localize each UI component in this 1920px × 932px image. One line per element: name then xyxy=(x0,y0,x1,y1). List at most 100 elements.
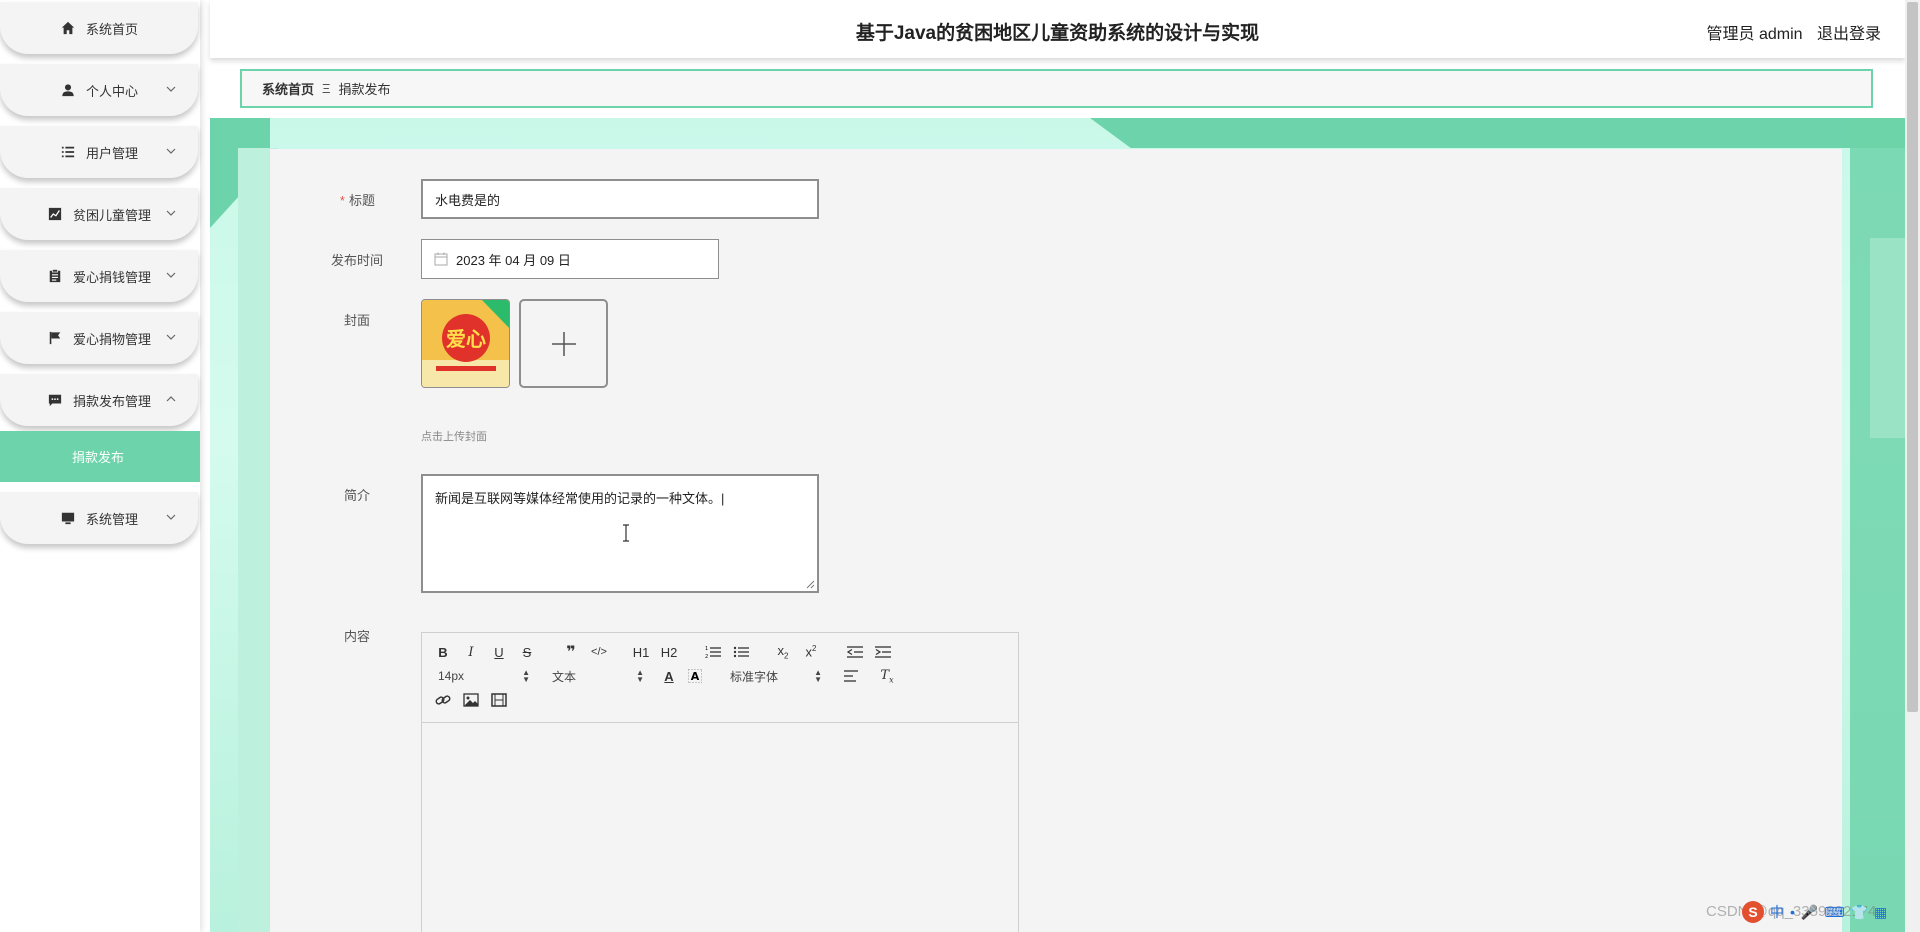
scrollbar-thumb[interactable] xyxy=(1907,2,1918,712)
bullet-list-button[interactable] xyxy=(732,643,750,661)
plus-icon xyxy=(551,331,576,356)
keyboard-icon[interactable]: ⌨ xyxy=(1824,904,1844,921)
home-icon xyxy=(60,20,76,36)
link-icon xyxy=(435,695,451,705)
breadcrumb-home[interactable]: 系统首页 xyxy=(262,79,314,98)
code-block-button[interactable]: </> xyxy=(590,643,608,661)
bold-button[interactable]: B xyxy=(434,643,452,661)
quote-icon: ❞ xyxy=(566,644,576,661)
menu-item-goods-donation[interactable]: 爱心捐物管理 xyxy=(0,312,198,364)
breadcrumb: 系统首页 Ξ 捐款发布 xyxy=(240,69,1873,108)
menu-label: 系统管理 xyxy=(85,511,138,527)
text-cursor-icon xyxy=(623,524,629,542)
superscript-icon: x2 xyxy=(805,644,817,660)
background-color-icon: A xyxy=(688,669,702,683)
editor-content-area[interactable] xyxy=(422,724,1018,932)
chevron-down-icon xyxy=(166,514,176,520)
required-mark: * xyxy=(339,193,345,208)
menu-item-money-donation[interactable]: 爱心捐钱管理 xyxy=(0,250,198,302)
video-button[interactable] xyxy=(490,691,508,709)
breadcrumb-current: 捐款发布 xyxy=(338,82,391,97)
message-icon xyxy=(47,392,63,408)
chevron-down-icon xyxy=(166,148,176,154)
content-label: 内容 xyxy=(343,629,370,644)
monitor-icon xyxy=(60,510,76,526)
clear-format-button[interactable]: Tx xyxy=(878,667,896,685)
page-scrollbar[interactable] xyxy=(1905,0,1920,932)
sidebar: 系统首页 个人中心 用户管理 贫困儿童管理 爱心捐钱管理 爱心捐物管理 捐款发布… xyxy=(0,0,200,932)
menu-item-donation-publish-management[interactable]: 捐款发布管理 xyxy=(0,374,198,426)
font-family-select[interactable]: 标准字体 ▲ ▼ xyxy=(730,667,822,685)
image-button[interactable] xyxy=(462,691,480,709)
cover-image: 爱心 xyxy=(422,300,509,387)
code-icon: </> xyxy=(591,646,607,658)
background-color-button[interactable]: A xyxy=(686,667,704,685)
underline-icon: U xyxy=(494,644,504,660)
sogou-logo-icon[interactable]: S xyxy=(1742,901,1764,923)
intro-label: 简介 xyxy=(343,488,370,503)
menu-label: 爱心捐物管理 xyxy=(72,331,151,347)
user-icon xyxy=(60,82,76,98)
mic-icon[interactable]: 🎤 xyxy=(1801,904,1818,921)
menu-label: 个人中心 xyxy=(85,83,138,99)
menu-label: 系统首页 xyxy=(85,21,138,37)
menu-item-poor-children[interactable]: 贫困儿童管理 xyxy=(0,188,198,240)
subscript-button[interactable]: x2 xyxy=(774,643,792,661)
select-arrows-icon: ▲ ▼ xyxy=(636,668,644,684)
upload-cover-button[interactable] xyxy=(519,299,608,388)
header2-button[interactable]: H2 xyxy=(658,643,680,661)
cover-image-thumbnail[interactable]: 爱心 xyxy=(421,299,510,388)
editor-toolbar: B I U S ❞ </> H1 H2 12 x2 x2 14px ▲ ▼ 文本 … xyxy=(422,633,1018,723)
top-header: 基于Java的贫困地区儿童资助系统的设计与实现 管理员 admin 退出登录 xyxy=(210,0,1905,58)
publish-time-picker[interactable]: 2023 年 04 月 09 日 xyxy=(421,239,719,279)
menu-item-home[interactable]: 系统首页 xyxy=(0,2,198,54)
outdent-button[interactable] xyxy=(846,643,864,661)
italic-icon: I xyxy=(468,644,474,660)
indent-button[interactable] xyxy=(874,643,892,661)
superscript-button[interactable]: x2 xyxy=(802,643,820,661)
bold-icon: B xyxy=(438,644,448,660)
strike-button[interactable]: S xyxy=(518,643,536,661)
upload-cover-tip: 点击上传封面 xyxy=(421,431,487,443)
publish-time-value: 2023 年 04 月 09 日 xyxy=(456,252,571,268)
heading-value: 文本 xyxy=(552,669,577,684)
chevron-down-icon xyxy=(166,272,176,278)
ordered-list-button[interactable]: 12 xyxy=(704,643,722,661)
link-button[interactable] xyxy=(434,691,452,709)
ime-mode-label[interactable]: 中 xyxy=(1770,902,1784,922)
grid-icon[interactable]: ▦ xyxy=(1874,904,1887,921)
menu-item-user-management[interactable]: 用户管理 xyxy=(0,126,198,178)
align-left-icon xyxy=(844,670,858,682)
chart-icon xyxy=(47,206,63,222)
align-button[interactable] xyxy=(842,667,860,685)
heading-select[interactable]: 文本 ▲ ▼ xyxy=(552,667,644,685)
chevron-down-icon xyxy=(166,210,176,216)
font-size-value: 14px xyxy=(438,669,465,683)
menu-label: 捐款发布管理 xyxy=(72,393,151,409)
clear-format-icon: Tx xyxy=(880,667,894,685)
h1-icon: H1 xyxy=(632,644,650,660)
menu-label: 贫困儿童管理 xyxy=(72,207,151,223)
font-color-icon: A xyxy=(664,668,674,684)
italic-button[interactable]: I xyxy=(462,643,480,661)
indent-icon xyxy=(875,646,891,658)
decor-shape xyxy=(1870,238,1905,438)
intro-value: 新闻是互联网等媒体经常使用的记录的一种文体。| xyxy=(435,491,725,506)
submenu-item-donation-publish[interactable]: 捐款发布 xyxy=(0,431,200,482)
select-arrows-icon: ▲ ▼ xyxy=(814,668,822,684)
logout-link[interactable]: 退出登录 xyxy=(1817,26,1881,43)
select-arrows-icon: ▲ ▼ xyxy=(522,668,530,684)
header1-button[interactable]: H1 xyxy=(630,643,652,661)
underline-button[interactable]: U xyxy=(490,643,508,661)
title-input[interactable]: 水电费是的 xyxy=(421,179,819,219)
menu-item-system-management[interactable]: 系统管理 xyxy=(0,492,198,544)
blockquote-button[interactable]: ❞ xyxy=(562,643,580,661)
svg-text:爱心: 爱心 xyxy=(446,327,486,351)
font-color-button[interactable]: A xyxy=(660,667,678,685)
font-size-select[interactable]: 14px ▲ ▼ xyxy=(438,667,530,685)
resize-grip-icon[interactable] xyxy=(805,579,815,589)
shirt-icon[interactable]: 👕 xyxy=(1851,904,1868,921)
outdent-icon xyxy=(847,646,863,658)
decor-shape xyxy=(1090,118,1905,148)
menu-item-personal-center[interactable]: 个人中心 xyxy=(0,64,198,116)
